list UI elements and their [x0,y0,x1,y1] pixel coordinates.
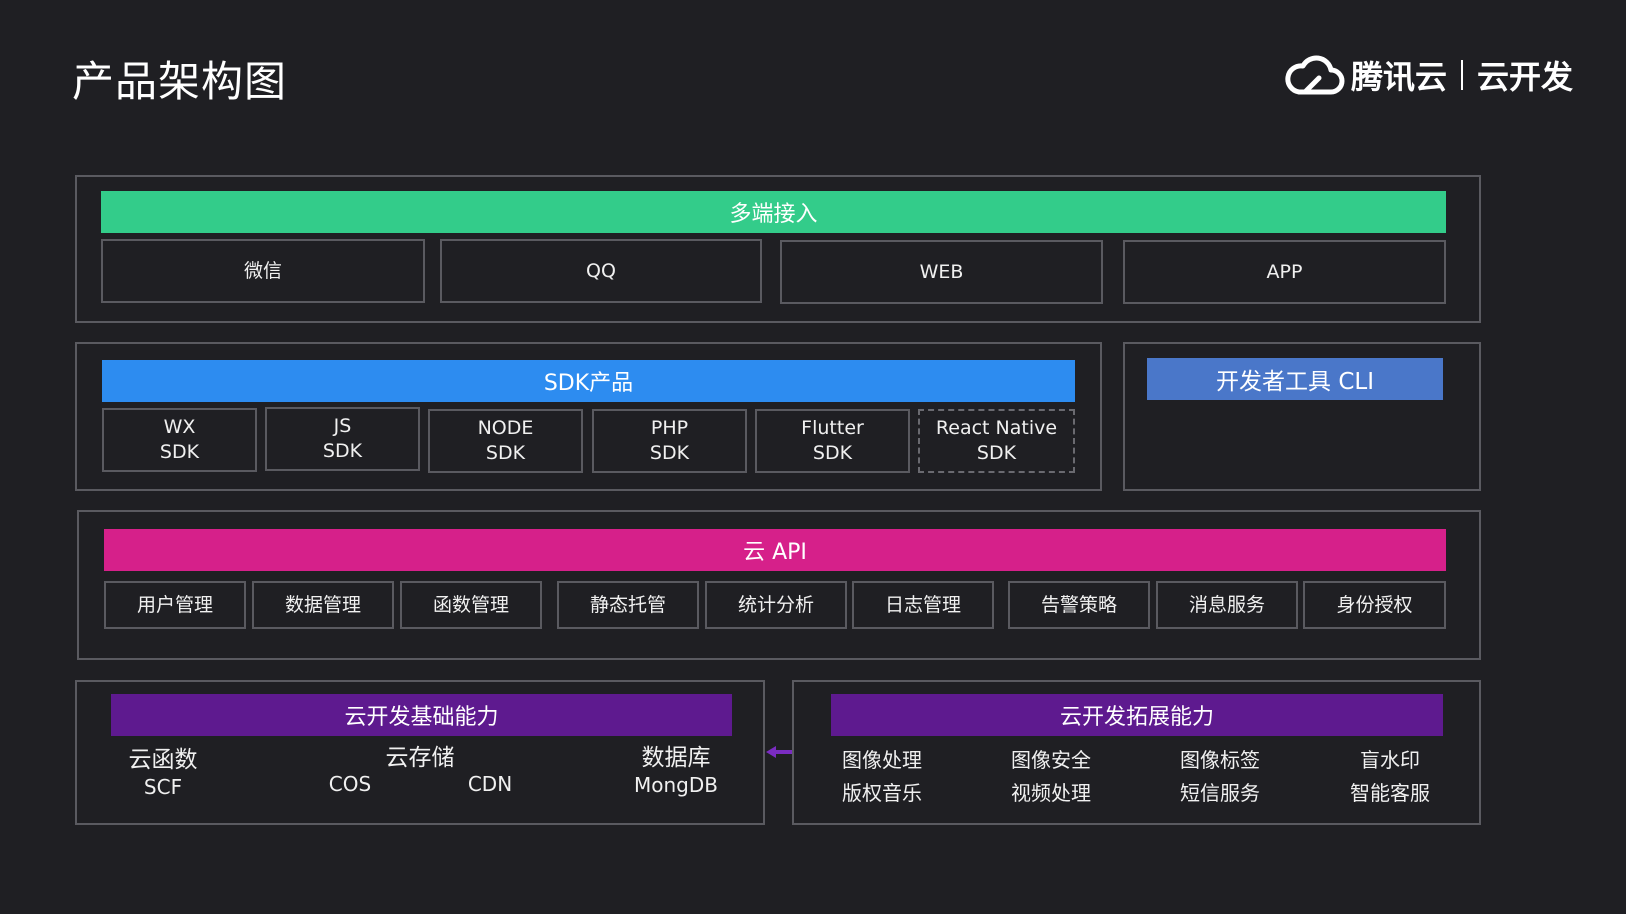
ext-item: 盲水印 [1360,748,1420,772]
sdk-item-flutter: Flutter SDK [755,409,910,473]
sdk-header: SDK产品 [102,360,1075,402]
sdk-item-line: SDK [976,442,1017,464]
storage-name: 云存储 [385,745,455,771]
brand-name: 腾讯云 [1351,58,1448,96]
api-header: 云 API [104,529,1446,571]
access-header: 多端接入 [101,191,1446,233]
sdk-item-line: SDK [812,442,853,464]
sdk-item-line: SDK [649,442,690,464]
cloud-icon [1285,55,1345,95]
ext-item: 视频处理 [1011,781,1091,805]
ext-item: 图像处理 [842,748,922,772]
sdk-item-php: PHP SDK [592,409,747,473]
sdk-item-line: SDK [485,442,526,464]
access-item-web: WEB [780,240,1103,304]
storage-cdn: CDN [467,772,513,796]
api-item: 日志管理 [852,581,994,629]
access-item-wechat: 微信 [101,239,425,303]
access-item-app: APP [1123,240,1446,304]
ext-item: 智能客服 [1350,781,1430,805]
sdk-item-node: NODE SDK [428,409,583,473]
sdk-item-line: PHP [650,417,689,439]
storage-cos: COS [328,772,372,796]
sdk-item-line: React Native [935,417,1058,439]
brand-divider [1461,60,1464,90]
product-name: 云开发 [1477,58,1574,96]
api-item: 消息服务 [1156,581,1298,629]
access-item-qq: QQ [440,239,762,303]
sdk-item-js: JS SDK [265,407,420,471]
sdk-item-line: SDK [322,440,363,462]
ext-item: 图像标签 [1180,748,1260,772]
api-item: 身份授权 [1303,581,1446,629]
ext-header: 云开发拓展能力 [831,694,1443,736]
api-item: 用户管理 [104,581,246,629]
database-name: 数据库 [641,745,711,771]
api-item: 静态托管 [557,581,699,629]
sdk-item-line: SDK [159,441,200,463]
api-item: 数据管理 [252,581,394,629]
api-item: 告警策略 [1008,581,1150,629]
ext-item: 版权音乐 [842,781,922,805]
functions-name: 云函数 [128,747,198,773]
page-title: 产品架构图 [72,57,288,106]
sdk-item-wx: WX SDK [102,408,257,472]
sdk-item-line: Flutter [801,417,864,439]
connector-arrow [766,746,792,758]
database-code: MongDB [634,773,718,797]
functions-code: SCF [143,775,183,799]
sdk-item-line: WX [163,416,196,438]
ext-item: 短信服务 [1180,781,1260,805]
sdk-item-line: NODE [477,417,534,439]
api-item: 函数管理 [400,581,542,629]
api-item: 统计分析 [705,581,847,629]
ext-item: 图像安全 [1011,748,1091,772]
sdk-item-line: JS [333,415,352,437]
brand-logo: 腾讯云 云开发 [1285,50,1573,100]
base-header: 云开发基础能力 [111,694,732,736]
sdk-item-react-native: React Native SDK [918,409,1075,473]
cli-header: 开发者工具 CLI [1147,358,1443,400]
